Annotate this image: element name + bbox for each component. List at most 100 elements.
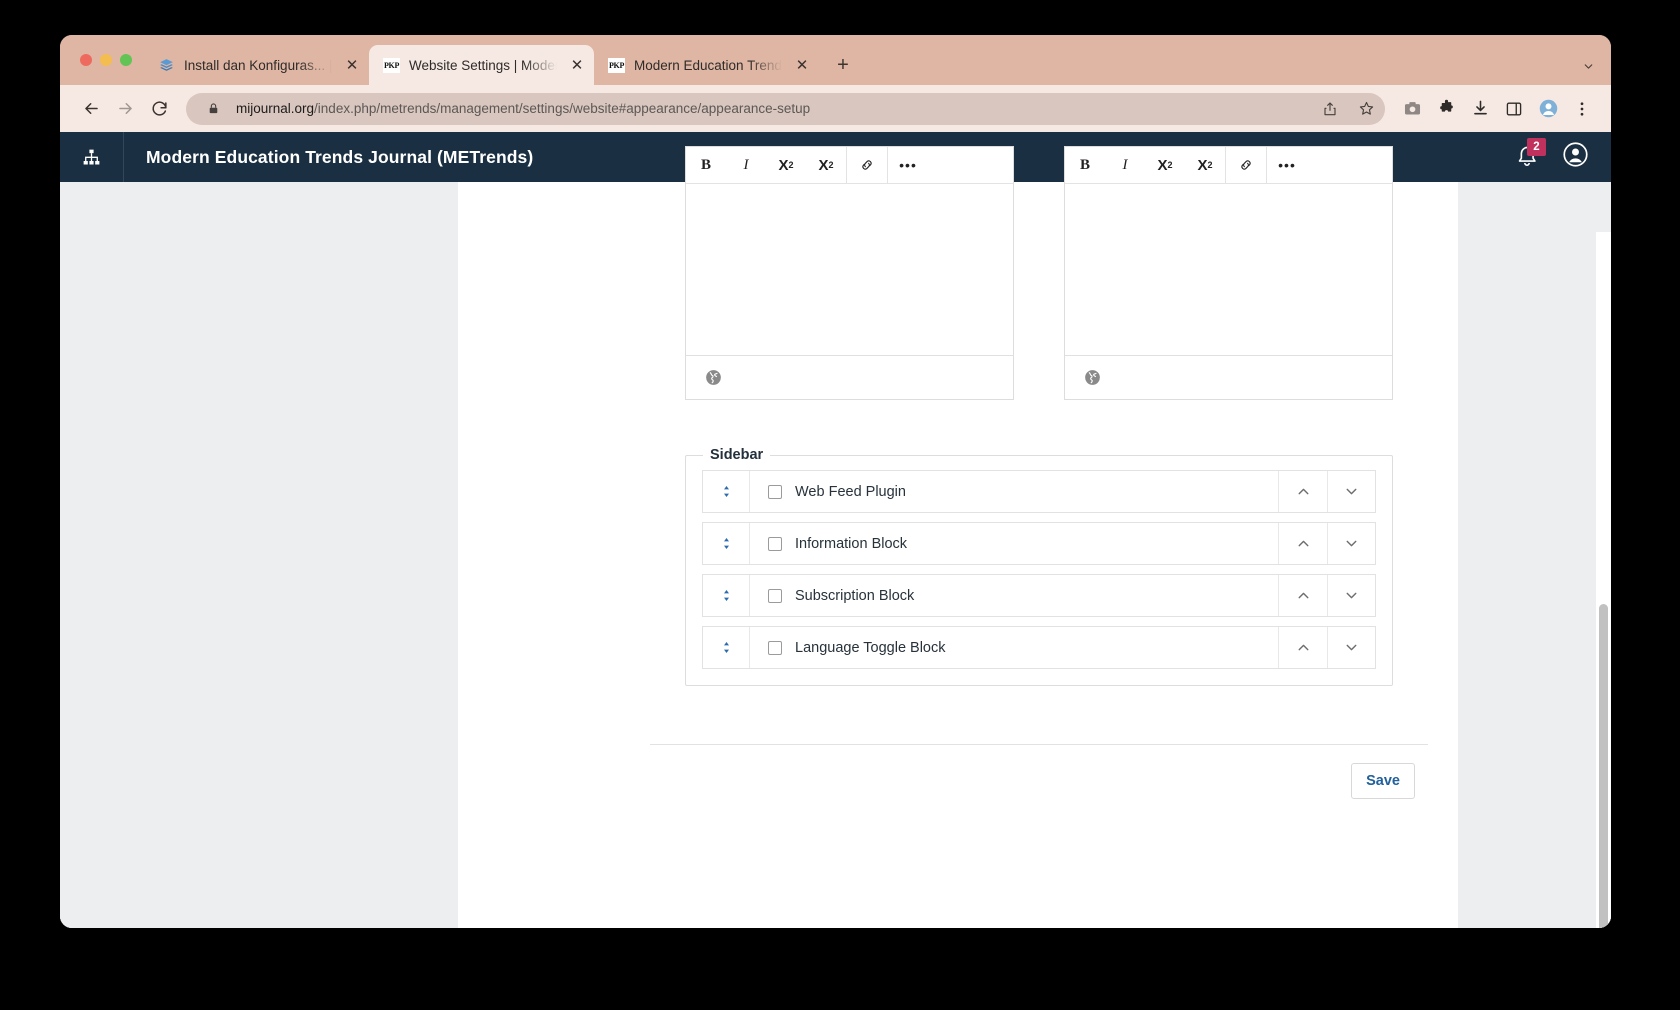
list-item-main[interactable]: Web Feed Plugin: [750, 471, 1279, 512]
drag-handle-icon[interactable]: [703, 627, 750, 668]
page-viewport: Modern Education Trends Journal (METrend…: [60, 132, 1611, 928]
browser-tab-1[interactable]: Install dan Konfiguras... | Book ✕: [144, 45, 369, 85]
list-item-main[interactable]: Information Block: [750, 523, 1279, 564]
browser-tab-2-title: Website Settings | Modern Ed: [409, 57, 557, 73]
link-icon[interactable]: [1226, 147, 1266, 183]
list-item[interactable]: Language Toggle Block: [702, 626, 1376, 669]
subscript-exp: 2: [828, 160, 834, 170]
bookmark-star-icon[interactable]: [1353, 96, 1379, 122]
new-tab-button[interactable]: +: [829, 51, 857, 79]
rich-text-editors-row: B I X2 X2 ••• B I X 2 X 2 •••: [685, 146, 1393, 400]
pkp-icon: PKP: [383, 57, 400, 74]
move-up-button[interactable]: [1279, 575, 1327, 616]
sitemap-icon[interactable]: [60, 132, 124, 182]
superscript-base: X: [1157, 156, 1168, 174]
sidebar-block-checkbox[interactable]: [768, 640, 782, 655]
page-scroll-area: B I X2 X2 ••• B I X 2 X 2 ••• Sidebar We…: [60, 146, 1611, 928]
url-path: /index.php/metrends/management/settings/…: [314, 101, 811, 116]
form-footer: Save: [650, 744, 1428, 816]
sidebar-block-label: Language Toggle Block: [795, 639, 946, 656]
superscript-exp: 2: [1167, 160, 1173, 170]
browser-tab-1-close-icon[interactable]: ✕: [341, 54, 363, 76]
sidebar-block-checkbox[interactable]: [768, 536, 782, 551]
move-up-button[interactable]: [1279, 523, 1327, 564]
lock-icon: [200, 96, 226, 122]
move-down-button[interactable]: [1327, 523, 1375, 564]
list-item-main[interactable]: Language Toggle Block: [750, 627, 1279, 668]
save-button[interactable]: Save: [1351, 762, 1415, 799]
editor-footer: [1065, 355, 1392, 399]
move-down-button[interactable]: [1327, 471, 1375, 512]
notifications-button[interactable]: 2: [1514, 138, 1546, 170]
list-item[interactable]: Subscription Block: [702, 574, 1376, 617]
list-item[interactable]: Information Block: [702, 522, 1376, 565]
tab-search-chevron-icon[interactable]: [1582, 60, 1595, 76]
italic-button[interactable]: I: [1105, 147, 1145, 183]
bold-button[interactable]: B: [686, 147, 726, 183]
settings-content-card: B I X2 X2 ••• B I X 2 X 2 ••• Sidebar We…: [458, 146, 1458, 928]
subscript-base: X: [818, 156, 829, 174]
screenshot-camera-icon[interactable]: [1397, 94, 1427, 124]
sidebar-block-checkbox[interactable]: [768, 484, 782, 499]
chrome-menu-icon[interactable]: [1567, 94, 1597, 124]
drag-handle-icon[interactable]: [703, 523, 750, 564]
browser-tab-2[interactable]: PKP Website Settings | Modern Ed ✕: [369, 45, 594, 85]
address-bar[interactable]: mijournal.org/index.php/metrends/managem…: [186, 92, 1385, 125]
profile-avatar-icon[interactable]: [1533, 94, 1563, 124]
link-icon[interactable]: [847, 147, 887, 183]
superscript-base: X: [778, 156, 789, 174]
window-traffic-lights: [72, 35, 144, 85]
browser-toolbar: mijournal.org/index.php/metrends/managem…: [60, 85, 1611, 132]
italic-button[interactable]: I: [726, 147, 766, 183]
superscript-button[interactable]: X2: [1145, 147, 1185, 183]
pkp-favicon-text: PKP: [383, 57, 400, 73]
browser-tab-2-close-icon[interactable]: ✕: [566, 54, 588, 76]
editor-text-area[interactable]: [686, 184, 1013, 355]
globe-language-icon[interactable]: [704, 368, 723, 387]
maximize-window-button[interactable]: [120, 54, 132, 66]
downloads-icon[interactable]: [1465, 94, 1495, 124]
subscript-exp: 2: [1207, 160, 1213, 170]
share-icon[interactable]: [1317, 96, 1343, 122]
superscript-exp: 2: [788, 160, 794, 170]
back-button[interactable]: [76, 94, 106, 124]
sidebar-fieldset-legend: Sidebar: [703, 447, 771, 463]
editor-text-area[interactable]: [1065, 184, 1392, 355]
page-scrollbar-thumb[interactable]: [1599, 604, 1608, 928]
minimize-window-button[interactable]: [100, 54, 112, 66]
editor-toolbar: B I X2 X2 •••: [686, 147, 1013, 184]
list-item-main[interactable]: Subscription Block: [750, 575, 1279, 616]
drag-handle-icon[interactable]: [703, 471, 750, 512]
subscript-button[interactable]: X2: [1185, 147, 1225, 183]
more-options-icon[interactable]: •••: [1267, 147, 1307, 183]
move-down-button[interactable]: [1327, 575, 1375, 616]
drag-handle-icon[interactable]: [703, 575, 750, 616]
rich-text-editor-right: B I X2 X2 •••: [1064, 146, 1393, 400]
move-up-button[interactable]: [1279, 471, 1327, 512]
sidebar-block-label: Information Block: [795, 535, 908, 552]
extensions-puzzle-icon[interactable]: [1431, 94, 1461, 124]
user-avatar-icon[interactable]: [1562, 141, 1589, 173]
reload-button[interactable]: [144, 94, 174, 124]
rich-text-editor-left: B I X2 X2 •••: [685, 146, 1014, 400]
globe-language-icon[interactable]: [1083, 368, 1102, 387]
sidebar-block-label: Web Feed Plugin: [795, 483, 906, 500]
books-icon: [158, 57, 175, 74]
move-down-button[interactable]: [1327, 627, 1375, 668]
sidebar-block-checkbox[interactable]: [768, 588, 782, 603]
subscript-button[interactable]: X2: [806, 147, 846, 183]
side-panel-icon[interactable]: [1499, 94, 1529, 124]
move-up-button[interactable]: [1279, 627, 1327, 668]
browser-tab-3[interactable]: PKP Modern Education Trends Jou ✕: [594, 45, 819, 85]
page-scrollbar[interactable]: [1596, 232, 1611, 928]
page-title: Modern Education Trends Journal (METrend…: [146, 146, 534, 167]
browser-tab-3-close-icon[interactable]: ✕: [791, 54, 813, 76]
forward-button[interactable]: [110, 94, 140, 124]
editor-toolbar: B I X2 X2 •••: [1065, 147, 1392, 184]
list-item[interactable]: Web Feed Plugin: [702, 470, 1376, 513]
bold-button[interactable]: B: [1065, 147, 1105, 183]
more-options-icon[interactable]: •••: [888, 147, 928, 183]
page-left-gutter: [60, 182, 458, 928]
superscript-button[interactable]: X2: [766, 147, 806, 183]
close-window-button[interactable]: [80, 54, 92, 66]
